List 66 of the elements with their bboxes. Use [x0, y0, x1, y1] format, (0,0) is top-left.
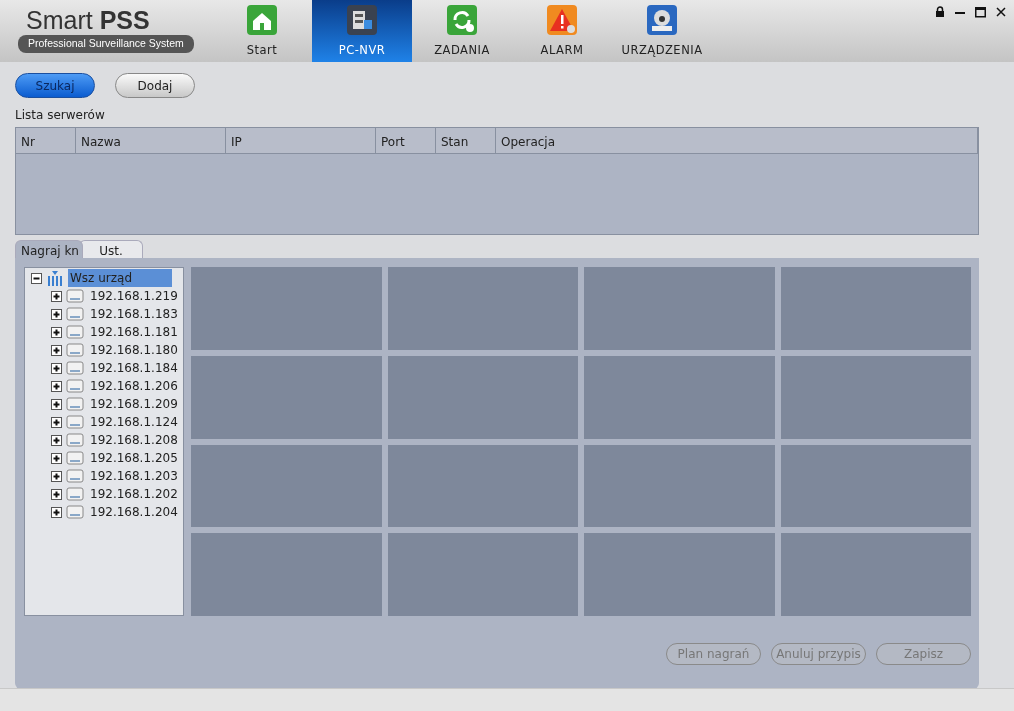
nav-tab[interactable]: URZĄDZENIA — [612, 0, 712, 62]
maximize-icon[interactable] — [975, 6, 986, 18]
expand-icon[interactable] — [51, 398, 62, 410]
expand-icon[interactable] — [51, 470, 62, 482]
column-header: IP — [226, 128, 376, 153]
column-header: Operacja — [496, 128, 978, 153]
tree-item[interactable]: 192.168.1.208 — [88, 431, 180, 449]
device-icon — [66, 432, 84, 448]
expand-icon[interactable] — [51, 416, 62, 428]
tree-item[interactable]: Wsz urząd — [68, 269, 173, 287]
device-icon — [66, 306, 84, 322]
add-button[interactable]: Dodaj — [115, 73, 195, 98]
device-icon — [66, 468, 84, 484]
tree-item[interactable]: 192.168.1.202 — [88, 485, 180, 503]
house-icon — [246, 3, 278, 36]
expand-icon[interactable] — [51, 380, 62, 392]
tree-item[interactable]: 192.168.1.203 — [88, 467, 180, 485]
tree-item[interactable]: 192.168.1.124 — [88, 413, 180, 431]
tree-item[interactable]: 192.168.1.181 — [88, 323, 180, 341]
column-header: Nr — [16, 128, 76, 153]
expand-icon[interactable] — [51, 488, 62, 500]
column-header: Nazwa — [76, 128, 226, 153]
tab[interactable]: Nagraj kn — [15, 240, 83, 258]
tree-item[interactable]: 192.168.1.180 — [88, 341, 180, 359]
expand-icon[interactable] — [51, 452, 62, 464]
expand-icon[interactable] — [51, 308, 62, 320]
device-icon — [66, 486, 84, 502]
device-icon — [66, 342, 84, 358]
dome-camera-icon — [646, 3, 678, 36]
nav-tab[interactable]: ZADANIA — [412, 0, 512, 62]
recorder-icon — [346, 3, 378, 36]
expand-icon[interactable] — [51, 290, 62, 302]
column-header: Port — [376, 128, 436, 153]
app-title: Smart PSS — [25, 6, 151, 34]
tree-item[interactable]: 192.168.1.204 — [88, 503, 180, 521]
device-icon — [66, 396, 84, 412]
expand-icon[interactable] — [51, 344, 62, 356]
nav-tab[interactable]: Start — [212, 0, 312, 62]
tree-item[interactable]: 192.168.1.184 — [88, 359, 180, 377]
tree-item[interactable]: 192.168.1.206 — [88, 377, 180, 395]
refresh-gear-icon — [446, 3, 478, 36]
nav-tab[interactable]: PC-NVR — [312, 0, 412, 62]
lock-icon[interactable] — [935, 6, 945, 18]
tree-item[interactable]: 192.168.1.205 — [88, 449, 180, 467]
tree-item[interactable]: 192.168.1.209 — [88, 395, 180, 413]
expand-icon[interactable] — [51, 506, 62, 518]
device-icon — [66, 378, 84, 394]
expand-icon[interactable] — [51, 362, 62, 374]
device-icon — [66, 324, 84, 340]
expand-icon[interactable] — [51, 434, 62, 446]
warning-gear-icon — [546, 3, 578, 36]
device-icon — [66, 450, 84, 466]
section-label: Lista serwerów — [14, 107, 106, 124]
device-icon — [66, 288, 84, 304]
tree-item[interactable]: 192.168.1.219 — [88, 287, 180, 305]
tree-item[interactable]: 192.168.1.183 — [88, 305, 180, 323]
device-icon — [66, 414, 84, 430]
app-subtitle: Professional Surveillance System — [18, 35, 194, 53]
device-icon — [66, 360, 84, 376]
device-group-icon — [46, 270, 64, 286]
column-header: Stan — [436, 128, 496, 153]
expand-icon[interactable] — [51, 326, 62, 338]
device-icon — [66, 504, 84, 520]
collapse-icon[interactable] — [31, 272, 42, 284]
nav-tab[interactable]: ALARM — [512, 0, 612, 62]
close-icon[interactable] — [996, 6, 1006, 18]
